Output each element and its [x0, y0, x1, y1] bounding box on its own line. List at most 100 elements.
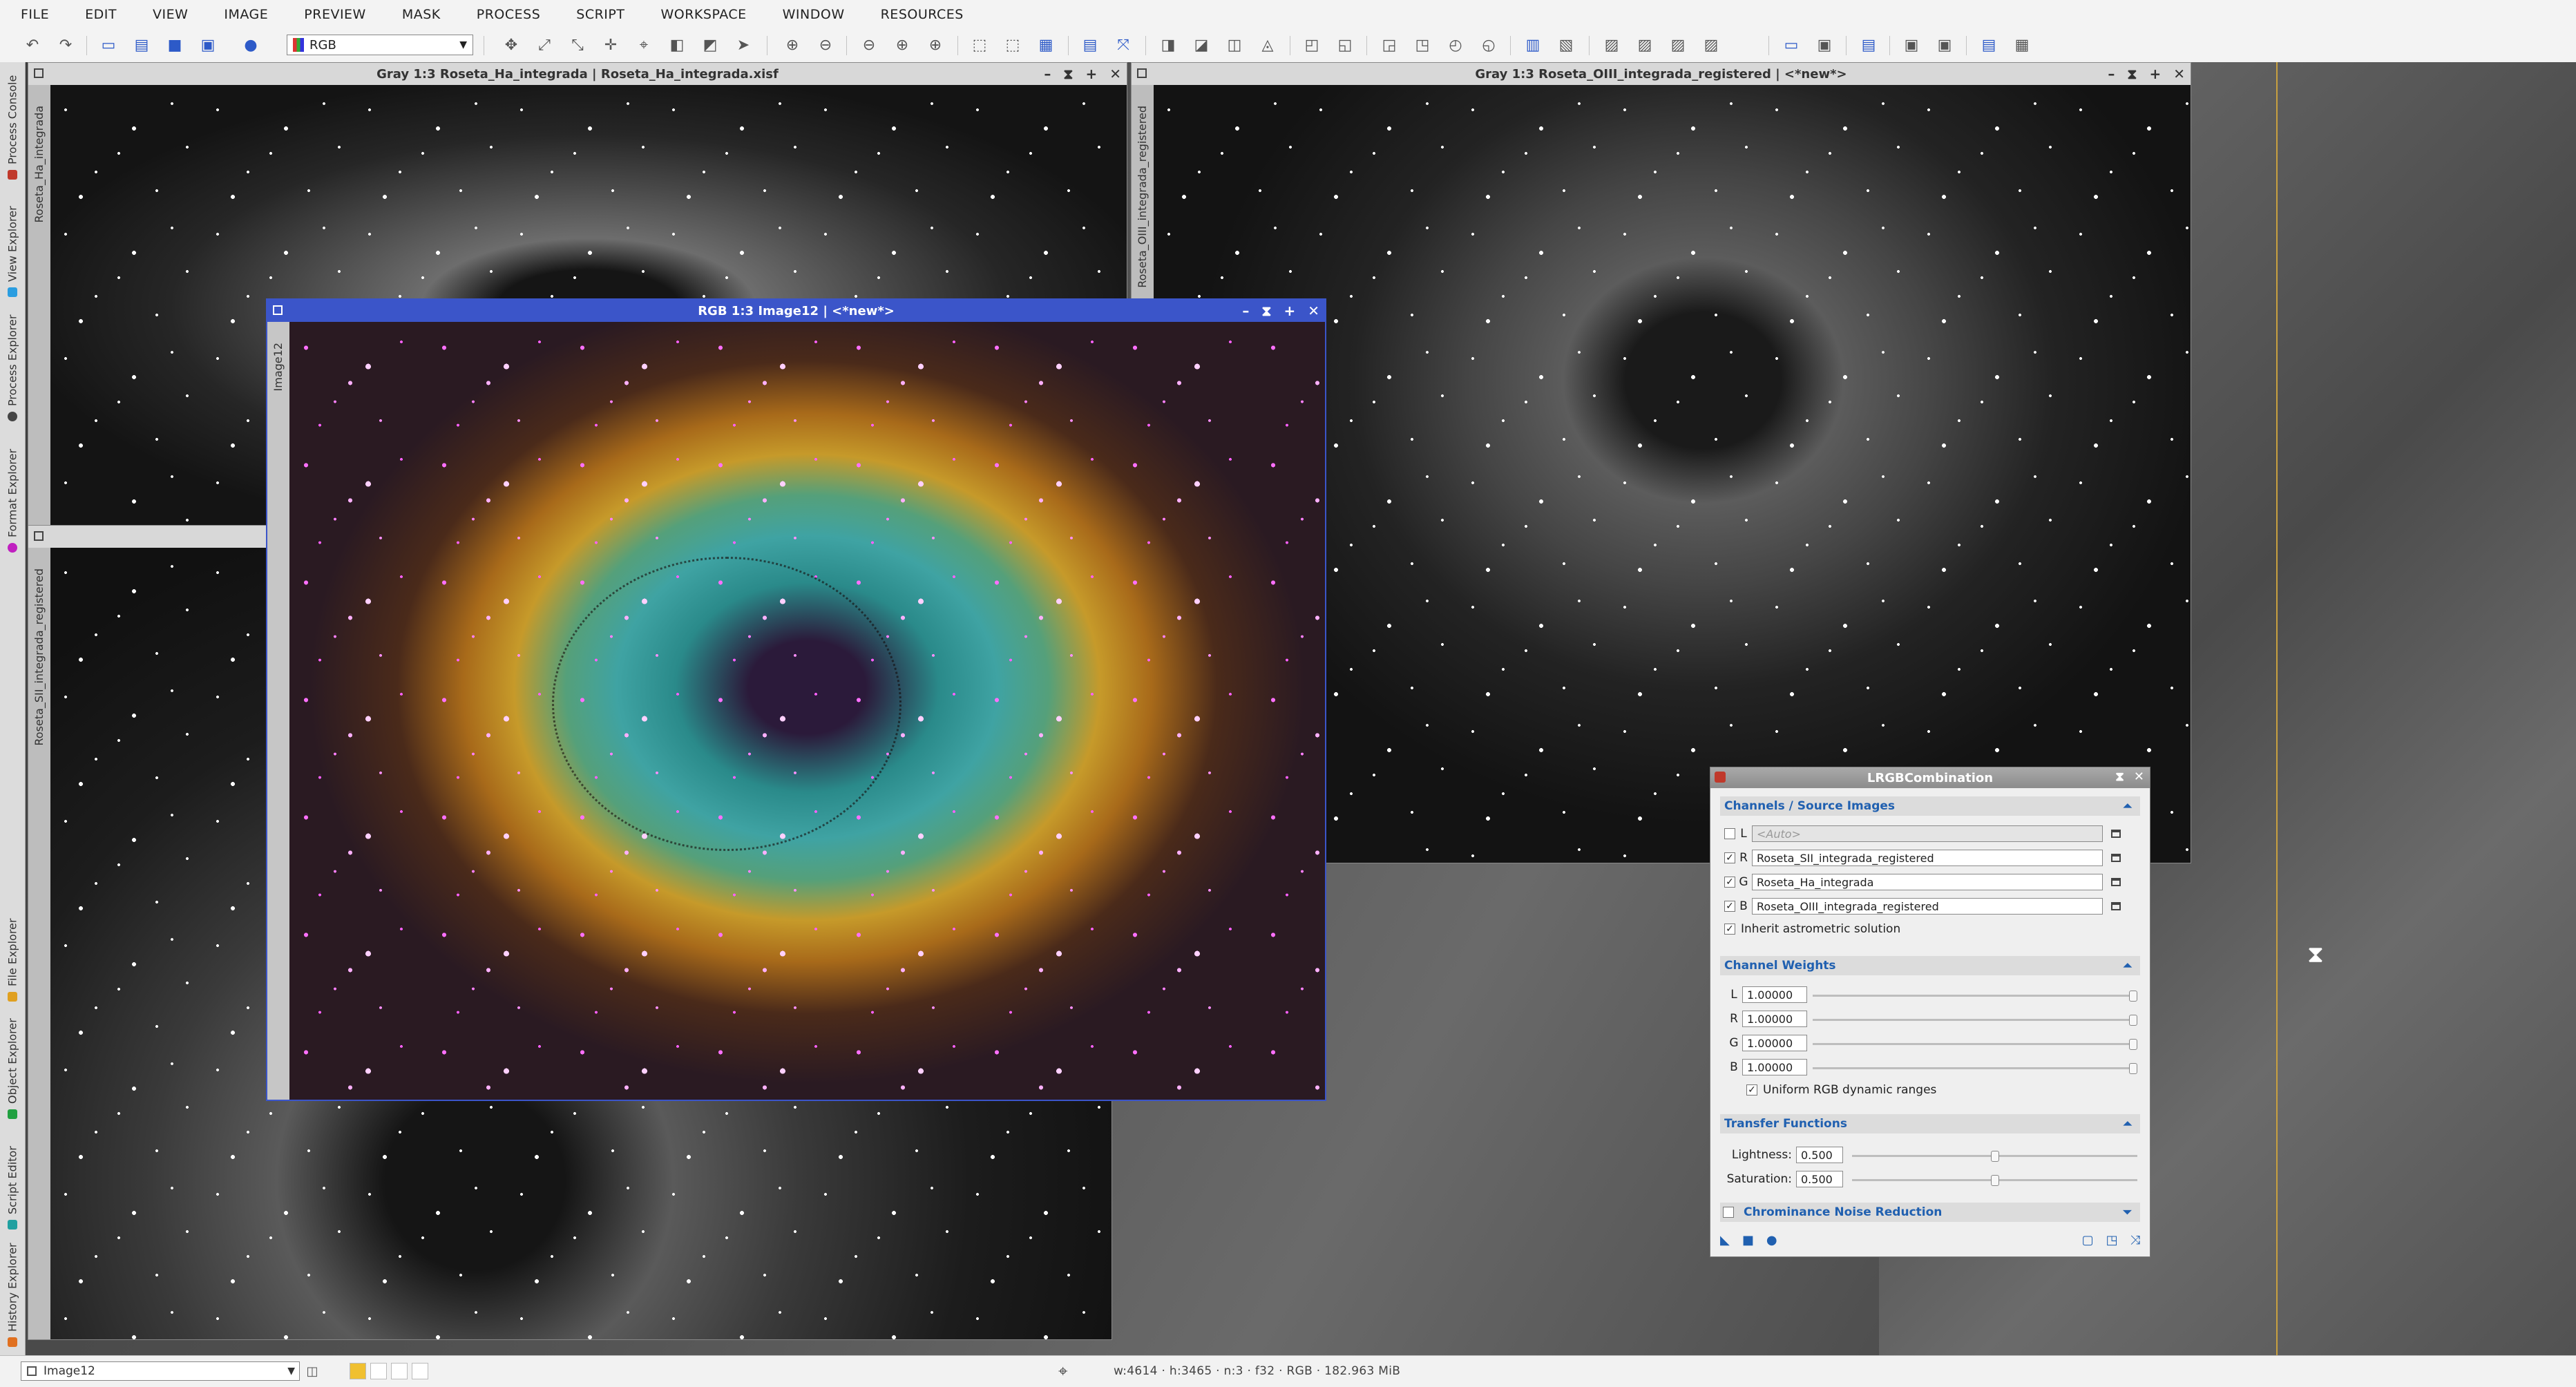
collapse-icon[interactable]: ⏶ — [2123, 1117, 2132, 1131]
menu-resources[interactable]: RESOURCES — [881, 7, 964, 22]
save-icon[interactable]: ■ — [164, 35, 185, 55]
weight-l-input[interactable]: 1.00000 — [1742, 986, 1807, 1003]
undo-icon[interactable]: ↶ — [22, 35, 43, 55]
maximize-icon[interactable]: + — [1284, 303, 1295, 319]
layout-3-icon[interactable]: ▨ — [1668, 35, 1688, 55]
window-menu-icon[interactable] — [1137, 68, 1147, 78]
select-view-icon[interactable] — [2111, 902, 2121, 910]
window-title-bar[interactable]: Gray 1:3 Roseta_OIII_integrada_registere… — [1132, 63, 2191, 85]
tab-file-explorer[interactable]: File Explorer — [3, 898, 22, 1002]
saturation-input[interactable]: 0.500 — [1796, 1171, 1843, 1187]
new-preview-icon[interactable]: ⬚ — [969, 35, 990, 55]
layout-1-icon[interactable]: ▨ — [1601, 35, 1622, 55]
display-function-icon[interactable]: ● — [240, 35, 261, 55]
color-swatch[interactable] — [391, 1363, 408, 1379]
slider-knob[interactable] — [2129, 1039, 2137, 1050]
weight-b-slider[interactable] — [1813, 1063, 2137, 1074]
weight-r-input[interactable]: 1.00000 — [1742, 1011, 1807, 1027]
section-channels[interactable]: Channels / Source Images ⏶ — [1720, 796, 2140, 816]
channel-l-checkbox[interactable] — [1724, 828, 1735, 839]
color-mode-select[interactable]: RGB ▼ — [287, 35, 473, 55]
stf-icon[interactable]: ◰ — [1301, 35, 1322, 55]
shade-icon[interactable]: ⧗ — [2115, 769, 2124, 784]
zoom-fit-icon[interactable]: ⤢ — [534, 35, 555, 55]
saturation-slider[interactable] — [1852, 1175, 2137, 1186]
redo-icon[interactable]: ↷ — [55, 35, 76, 55]
close-image-icon[interactable]: ▣ — [198, 35, 218, 55]
section-chrominance-noise-reduction[interactable]: Chrominance Noise Reduction ⏷ — [1720, 1203, 2140, 1222]
tab-process-console[interactable]: Process Console — [3, 62, 22, 180]
collapse-icon[interactable]: ⏶ — [2123, 799, 2132, 813]
zoom-1-3-icon[interactable]: ⊕ — [925, 35, 946, 55]
select-view-icon[interactable] — [2111, 878, 2121, 886]
channel-r-checkbox[interactable]: ✓ — [1724, 852, 1735, 863]
edit-mode-icon[interactable]: ◧ — [667, 35, 687, 55]
documentation-icon[interactable]: ◳ — [2106, 1233, 2118, 1247]
slider-knob[interactable] — [1990, 1175, 1999, 1186]
view-selector[interactable]: Image12 ▼ — [21, 1361, 300, 1381]
select-view-icon[interactable] — [2111, 830, 2121, 838]
slider-knob[interactable] — [2129, 1063, 2137, 1074]
inherit-astrometric-checkbox[interactable]: ✓ — [1724, 924, 1735, 935]
expand-icon[interactable]: ⏷ — [2123, 1205, 2132, 1219]
workspace-icon[interactable]: ▤ — [1858, 35, 1879, 55]
new-image-icon[interactable]: ▤ — [131, 35, 152, 55]
open-icon[interactable]: ▭ — [98, 35, 119, 55]
close-icon[interactable]: ✕ — [1308, 303, 1319, 319]
channel-g-icon[interactable]: ◴ — [1445, 35, 1466, 55]
color-swatch-yellow[interactable] — [350, 1363, 366, 1379]
menu-view[interactable]: VIEW — [153, 7, 188, 22]
window-menu-icon[interactable] — [34, 531, 44, 541]
export-icon[interactable]: ▤ — [1978, 35, 1999, 55]
menu-window[interactable]: WINDOW — [783, 7, 845, 22]
palette-icon[interactable]: ▦ — [2012, 35, 2032, 55]
delete-preview-icon[interactable]: ⬚ — [1002, 35, 1023, 55]
select-view-icon[interactable] — [2111, 854, 2121, 862]
zoom-in-icon[interactable]: ⊕ — [782, 35, 803, 55]
tab-object-explorer[interactable]: Object Explorer — [3, 1008, 22, 1119]
view-side-tab[interactable]: Image12 — [267, 322, 289, 1100]
mask-remove-icon[interactable]: ◬ — [1257, 35, 1278, 55]
tab-format-explorer[interactable]: Format Explorer — [3, 428, 22, 553]
window-title-bar[interactable]: RGB 1:3 Image12 | <*new*> – ⧗ + ✕ — [267, 300, 1325, 322]
menu-workspace[interactable]: WORKSPACE — [660, 7, 746, 22]
preview-mode-icon[interactable]: ◩ — [700, 35, 721, 55]
maximize-icon[interactable]: + — [1085, 66, 1097, 82]
mask-show-icon[interactable]: ◨ — [1158, 35, 1179, 55]
channel-r-icon[interactable]: ◳ — [1412, 35, 1433, 55]
new-instance-icon[interactable]: ◣ — [1720, 1233, 1730, 1247]
zoom-1-1-icon[interactable]: ⊖ — [859, 35, 879, 55]
channel-g-source[interactable]: Roseta_Ha_integrada — [1752, 874, 2103, 890]
zoom-1-2-icon[interactable]: ⊕ — [892, 35, 913, 55]
image-icon[interactable]: ▣ — [1814, 35, 1835, 55]
pointer-icon[interactable]: ➤ — [733, 35, 754, 55]
layout-2-icon[interactable]: ▨ — [1634, 35, 1655, 55]
shade-icon[interactable]: ⧗ — [1063, 66, 1073, 82]
screen-icon[interactable]: ▭ — [1781, 35, 1802, 55]
fit-view-icon[interactable]: ⤡ — [567, 35, 588, 55]
lrgb-combination-dialog[interactable]: LRGBCombination ⧗ ✕ Channels / Source Im… — [1710, 767, 2150, 1257]
apply-square-icon[interactable]: ■ — [1742, 1233, 1754, 1247]
menu-preview[interactable]: PREVIEW — [304, 7, 366, 22]
slider-knob[interactable] — [2129, 991, 2137, 1002]
move-icon[interactable]: ✛ — [600, 35, 621, 55]
shade-icon[interactable]: ⧗ — [2127, 66, 2137, 82]
weight-g-input[interactable]: 1.00000 — [1742, 1035, 1807, 1051]
channel-l-source[interactable]: <Auto> — [1752, 825, 2103, 842]
mask-enable-icon[interactable]: ◫ — [1224, 35, 1245, 55]
readout-icon[interactable]: ⌖ — [633, 35, 654, 55]
menu-script[interactable]: SCRIPT — [576, 7, 624, 22]
channel-b-source[interactable]: Roseta_OIII_integrada_registered — [1752, 898, 2103, 915]
tab-view-explorer[interactable]: View Explorer — [3, 186, 22, 297]
menu-edit[interactable]: EDIT — [85, 7, 117, 22]
tab-script-editor[interactable]: Script Editor — [3, 1126, 22, 1230]
weight-g-slider[interactable] — [1813, 1039, 2137, 1050]
window-title-bar[interactable]: Gray 1:3 Roseta_Ha_integrada | Roseta_Ha… — [28, 63, 1127, 85]
channel-b-icon[interactable]: ◵ — [1478, 35, 1499, 55]
slider-knob[interactable] — [1990, 1151, 1999, 1162]
close-icon[interactable]: ✕ — [2134, 769, 2144, 784]
color-swatch[interactable] — [412, 1363, 428, 1379]
menu-image[interactable]: IMAGE — [224, 7, 268, 22]
restore-icon[interactable]: ▣ — [1934, 35, 1955, 55]
weight-r-slider[interactable] — [1813, 1015, 2137, 1026]
